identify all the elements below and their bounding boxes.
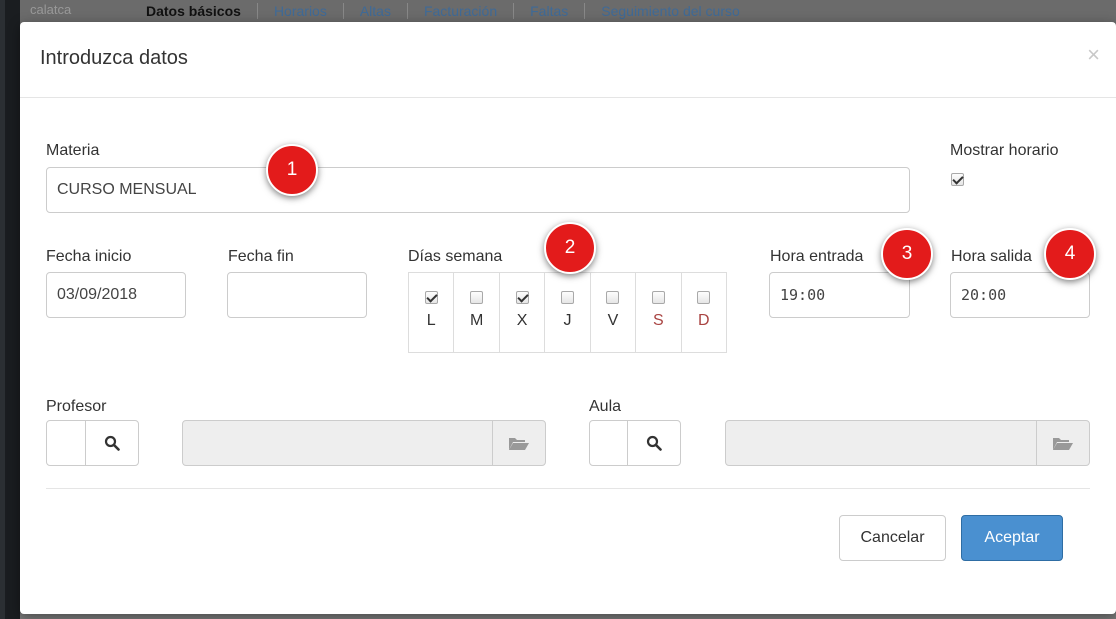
day-label-x: X	[516, 312, 528, 329]
fecha-inicio-input[interactable]: 03/09/2018	[46, 272, 186, 318]
fecha-fin-label: Fecha fin	[228, 248, 294, 265]
folder-open-icon	[1053, 438, 1073, 450]
background-ghost-text: calatca	[30, 2, 72, 17]
day-label-d: D	[697, 312, 710, 329]
background-tab-faltas: Faltas	[514, 3, 586, 19]
aula-code-input[interactable]	[589, 420, 629, 466]
background-tab-horarios: Horarios	[258, 3, 344, 19]
profesor-code-input[interactable]	[46, 420, 86, 466]
mostrar-horario-label: Mostrar horario	[950, 142, 1059, 159]
folder-open-icon	[509, 438, 529, 450]
background-tab-facturacion: Facturación	[408, 3, 515, 19]
footer-divider	[46, 488, 1090, 489]
aula-label: Aula	[589, 398, 622, 415]
profesor-name-input	[182, 420, 493, 466]
day-column-d: D	[682, 273, 726, 352]
day-column-l: L	[409, 273, 455, 352]
annotation-badge-4: 4	[1044, 228, 1096, 280]
annotation-badge-1: 1	[266, 144, 318, 196]
modal-title: Introduzca datos	[40, 47, 188, 69]
day-column-s: S	[636, 273, 682, 352]
close-icon[interactable]: ×	[1087, 42, 1100, 68]
modal-header: Introduzca datos ×	[20, 22, 1116, 98]
background-sidebar-strip	[5, 0, 20, 619]
fecha-fin-input[interactable]	[227, 272, 367, 318]
accept-button[interactable]: Aceptar	[961, 515, 1063, 561]
day-checkbox-s[interactable]	[651, 291, 665, 304]
mostrar-horario-checkbox[interactable]	[951, 173, 964, 186]
background-tabs: Datos básicos Horarios Altas Facturación…	[130, 0, 756, 22]
day-column-m: M	[454, 273, 500, 352]
hora-salida-label: Hora salida	[951, 248, 1032, 265]
materia-input[interactable]: CURSO MENSUAL	[46, 167, 910, 213]
day-checkbox-x[interactable]	[515, 291, 529, 304]
day-checkbox-d[interactable]	[697, 291, 711, 304]
cancel-button[interactable]: Cancelar	[839, 515, 946, 561]
day-checkbox-j[interactable]	[560, 291, 574, 304]
day-column-v: V	[591, 273, 637, 352]
search-icon	[104, 435, 120, 451]
day-label-l: L	[426, 312, 436, 329]
day-label-s: S	[652, 312, 664, 329]
profesor-label: Profesor	[46, 398, 107, 415]
day-column-j: J	[545, 273, 591, 352]
day-label-v: V	[607, 312, 619, 329]
hora-entrada-label: Hora entrada	[770, 248, 864, 265]
fecha-inicio-label: Fecha inicio	[46, 248, 132, 265]
annotation-badge-2: 2	[544, 222, 596, 274]
dias-semana-label: Días semana	[408, 248, 503, 265]
aula-name-input	[725, 420, 1037, 466]
day-checkbox-m[interactable]	[470, 291, 484, 304]
background-tab-datos-basicos: Datos básicos	[130, 3, 258, 19]
background-tab-altas: Altas	[344, 3, 408, 19]
day-label-j: J	[563, 312, 572, 329]
modal-dialog: Introduzca datos × Materia CURSO MENSUAL…	[20, 22, 1116, 614]
hora-entrada-input[interactable]: 19:00	[769, 272, 910, 318]
background-tab-seguimiento: Seguimiento del curso	[601, 3, 740, 19]
day-checkbox-l[interactable]	[424, 291, 438, 304]
day-column-x: X	[500, 273, 546, 352]
aula-browse-button[interactable]	[1036, 420, 1090, 466]
annotation-badge-3: 3	[881, 228, 933, 280]
search-icon	[646, 435, 662, 451]
materia-label: Materia	[46, 142, 100, 159]
profesor-search-button[interactable]	[85, 420, 139, 466]
profesor-browse-button[interactable]	[492, 420, 546, 466]
day-label-m: M	[469, 312, 484, 329]
dias-semana-group: L M X J V S D	[408, 272, 727, 353]
aula-search-button[interactable]	[627, 420, 681, 466]
day-checkbox-v[interactable]	[606, 291, 620, 304]
